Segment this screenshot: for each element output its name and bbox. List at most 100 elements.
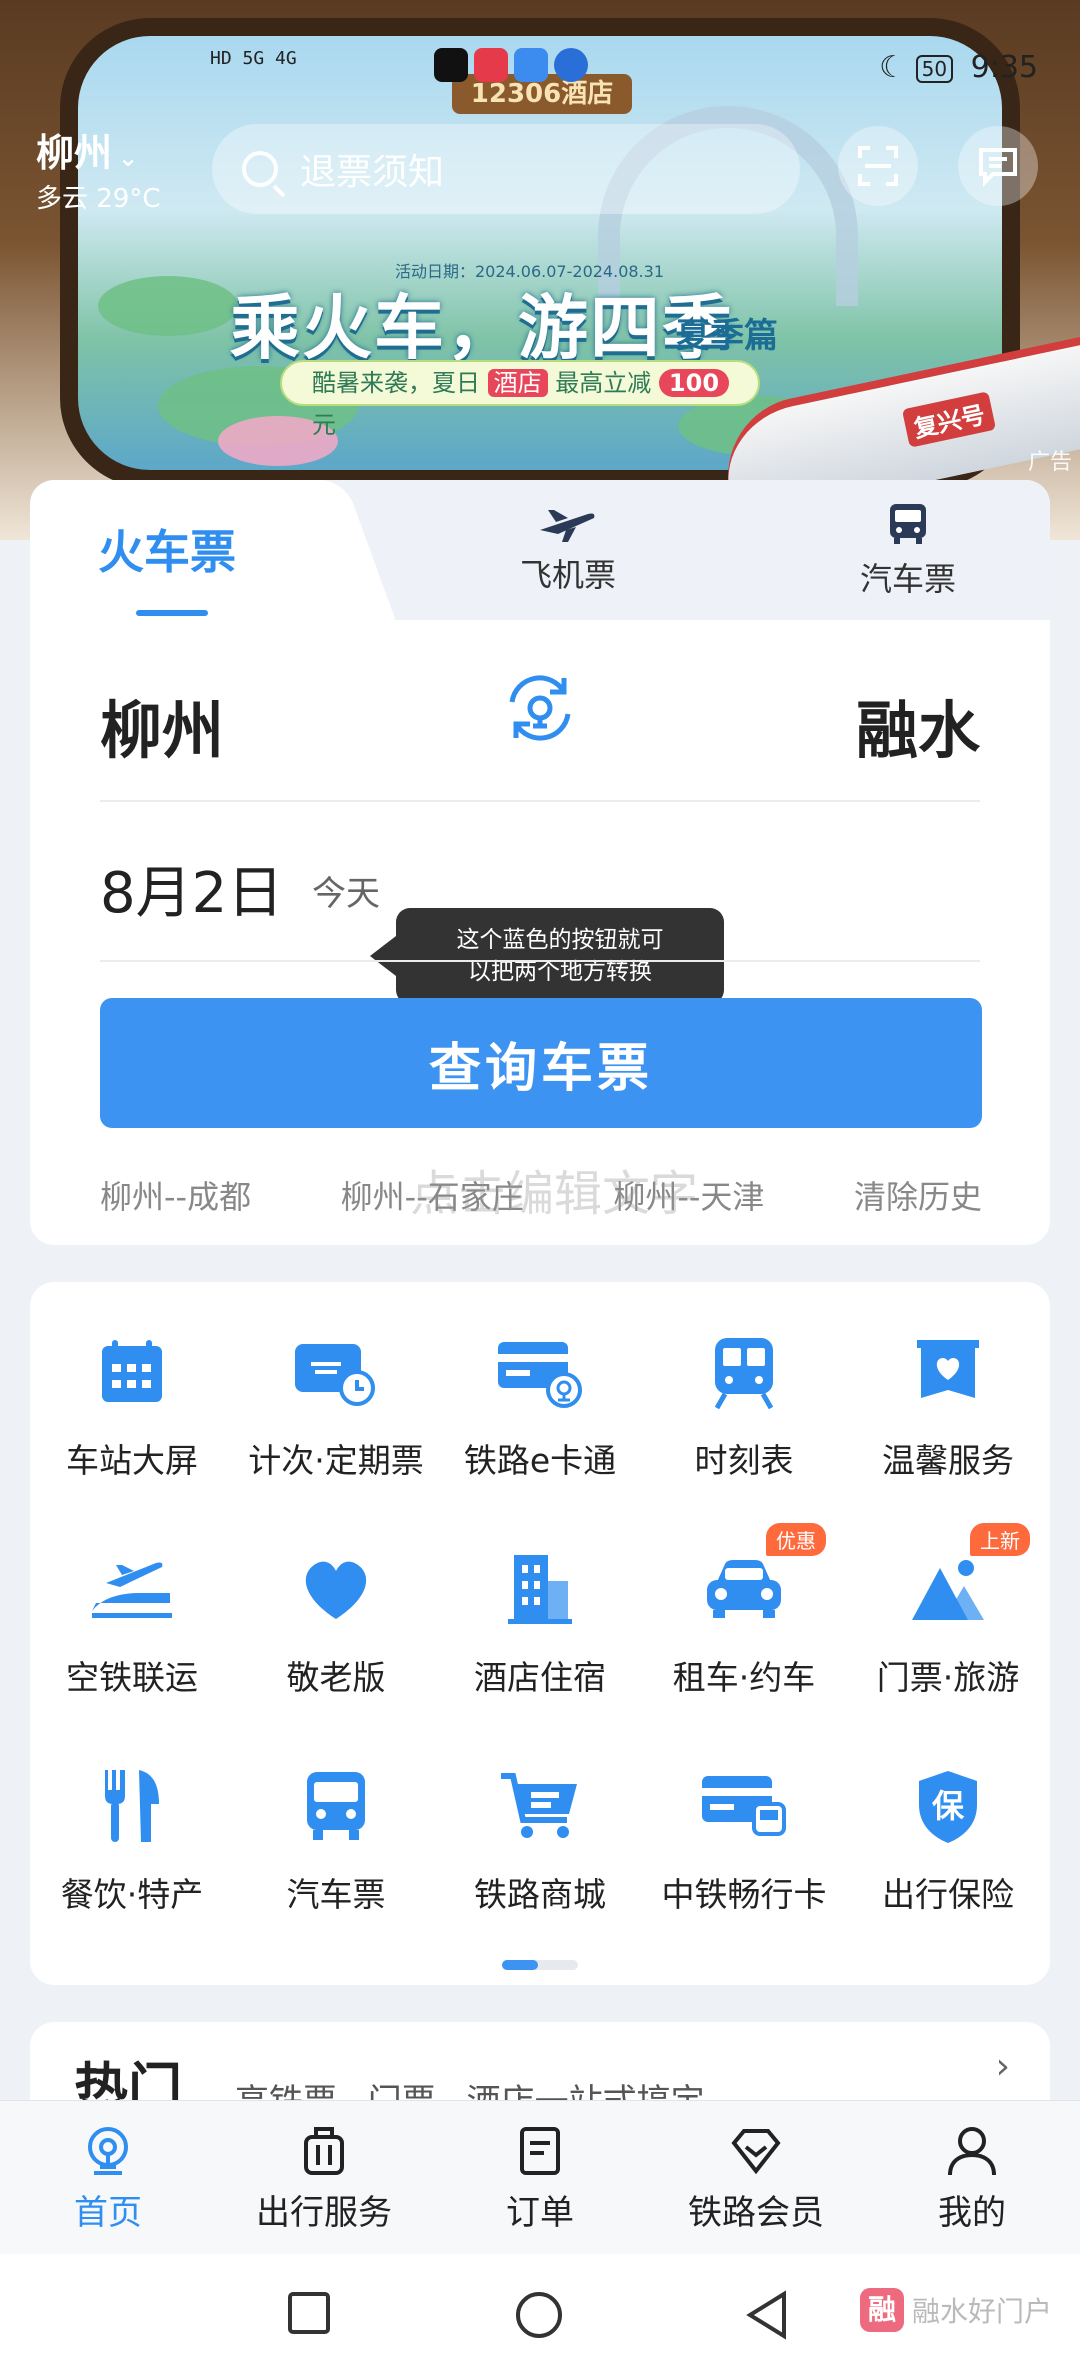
search-input[interactable]: 退票须知 <box>212 124 800 214</box>
user-icon <box>948 2127 996 2176</box>
tab-flight[interactable]: 飞机票 <box>468 500 668 596</box>
pill-hotel: 酒店 <box>487 369 548 397</box>
tooltip-line-1: 这个蓝色的按钮就可 <box>456 927 664 953</box>
signal-indicator: HD 5G 4G <box>210 48 297 69</box>
service-air-rail[interactable]: 空铁联运 <box>30 1539 234 1756</box>
service-label: 计次·定期票 <box>248 1441 424 1480</box>
system-nav-bar: 融 融水好门户 <box>0 2254 1080 2376</box>
svg-text:保: 保 <box>932 1787 965 1825</box>
promo-pill: 酷暑来袭，夏日 酒店 最高立减 100 元 <box>280 360 760 439</box>
battery-icon: 50 <box>915 54 954 83</box>
weather-text: 多云 29°C <box>36 184 161 214</box>
city-selector[interactable]: 柳州 ⌄ <box>36 122 138 177</box>
reader-icon <box>474 48 508 82</box>
service-bus-tickets[interactable]: 汽车票 <box>234 1756 438 1973</box>
service-label: 铁路商城 <box>474 1875 606 1914</box>
city-name: 柳州 <box>36 131 113 175</box>
chevron-right-icon[interactable]: › <box>996 2046 1010 2087</box>
status-right: ☾ 50 9:35 <box>879 50 1038 85</box>
scan-button[interactable] <box>838 126 918 206</box>
promo-banner[interactable]: 12306酒店 活动日期：2024.06.07-2024.08.31 乘火车，游… <box>0 0 1080 540</box>
service-crrc-pass[interactable]: 中铁畅行卡 <box>642 1756 846 1973</box>
history-item[interactable]: 柳州--成都 <box>100 1172 251 1218</box>
fork-knife-icon <box>82 1756 182 1856</box>
pill-amount: 100 <box>658 369 730 397</box>
service-station-screen[interactable]: 车站大屏 <box>30 1322 234 1539</box>
square-icon <box>288 2292 330 2334</box>
home-button[interactable] <box>514 2290 564 2344</box>
nav-orders[interactable]: 订单 <box>432 2101 648 2254</box>
nav-profile[interactable]: 我的 <box>864 2101 1080 2254</box>
home-rail-icon <box>88 2127 128 2175</box>
plane-train-icon <box>82 1539 182 1639</box>
message-button[interactable] <box>958 126 1038 206</box>
divider <box>100 800 980 802</box>
train-front-icon <box>694 1322 794 1422</box>
calendar-icon <box>82 1322 182 1422</box>
service-label: 铁路e卡通 <box>463 1441 617 1480</box>
plane-icon <box>540 510 595 542</box>
promo-subtitle: 夏季篇 <box>676 316 778 356</box>
status-bar: HD 5G 4G ☾ 50 9:35 <box>210 48 1080 88</box>
grid-page-indicator <box>502 1960 578 1970</box>
tab-bus-label: 汽车票 <box>859 560 956 598</box>
nav-label: 出行服务 <box>256 2193 392 2233</box>
browser-icon <box>554 48 588 82</box>
service-dining[interactable]: 餐饮·特产 <box>30 1756 234 1973</box>
tab-bus[interactable]: 汽车票 <box>808 500 1008 600</box>
clear-history-button[interactable]: 清除历史 <box>854 1172 982 1218</box>
service-rail-ecard[interactable]: 铁路e卡通 <box>438 1322 642 1539</box>
heart-icon <box>286 1539 386 1639</box>
service-count-ticket[interactable]: 计次·定期票 <box>234 1322 438 1539</box>
back-button[interactable] <box>744 2290 790 2344</box>
bottom-navigation: 首页 出行服务 订单 铁路会员 我的 <box>0 2100 1080 2254</box>
pill-prefix: 酷暑来袭，夏日 <box>312 369 480 397</box>
discount-badge: 优惠 <box>766 1523 826 1556</box>
moon-icon: ☾ <box>879 50 907 85</box>
pill-mid: 最高立减 <box>555 369 652 397</box>
chevron-down-icon: ⌄ <box>118 144 139 172</box>
nav-travel-services[interactable]: 出行服务 <box>216 2101 432 2254</box>
service-label: 敬老版 <box>286 1658 386 1697</box>
date-hint: 今天 <box>312 874 380 914</box>
query-tickets-button[interactable]: 查询车票 <box>100 998 982 1128</box>
departure-date[interactable]: 8月2日 <box>100 848 283 929</box>
departure-station[interactable]: 柳州 <box>100 680 224 770</box>
service-car-rental[interactable]: 优惠 租车·约车 <box>642 1523 846 1756</box>
watermark-text: 融水好门户 <box>911 2295 1052 2328</box>
service-warm-care[interactable]: 温馨服务 <box>846 1322 1050 1539</box>
site-watermark: 融 融水好门户 <box>859 2288 1052 2332</box>
circle-icon <box>516 2292 562 2338</box>
order-doc-icon <box>520 2127 560 2175</box>
card-train-icon <box>694 1756 794 1856</box>
service-timetable[interactable]: 时刻表 <box>642 1322 846 1539</box>
service-label: 酒店住宿 <box>474 1658 606 1697</box>
tab-train[interactable]: 火车票 <box>98 516 236 582</box>
service-rail-mall[interactable]: 铁路商城 <box>438 1756 642 1973</box>
bus-icon <box>286 1756 386 1856</box>
ad-tag: 广告 <box>1027 450 1072 475</box>
nav-rail-member[interactable]: 铁路会员 <box>648 2101 864 2254</box>
services-grid-card: 车站大屏 计次·定期票 铁路e卡通 时刻表 温馨服务 空铁联运 敬老版 酒店住宿… <box>30 1282 1050 1985</box>
service-elderly-mode[interactable]: 敬老版 <box>234 1539 438 1756</box>
message-icon <box>979 148 1017 187</box>
tiktok-icon <box>434 48 468 82</box>
service-travel-insurance[interactable]: 保 出行保险 <box>846 1756 1050 1973</box>
service-label: 空铁联运 <box>66 1658 198 1697</box>
status-time: 9:35 <box>970 50 1038 85</box>
divider <box>100 960 980 962</box>
tab-flight-label: 飞机票 <box>519 556 616 594</box>
cart-icon <box>490 1756 590 1856</box>
service-label: 餐饮·特产 <box>60 1875 204 1914</box>
service-hotel[interactable]: 酒店住宿 <box>438 1539 642 1756</box>
nav-home[interactable]: 首页 <box>0 2101 216 2254</box>
service-label: 出行保险 <box>882 1875 1014 1914</box>
swap-stations-button[interactable] <box>500 668 580 748</box>
tab-underline <box>136 610 208 616</box>
services-grid: 车站大屏 计次·定期票 铁路e卡通 时刻表 温馨服务 空铁联运 敬老版 酒店住宿… <box>30 1322 1050 1973</box>
service-label: 时刻表 <box>694 1441 794 1480</box>
watermark-logo-icon: 融 <box>859 2288 904 2332</box>
arrival-station[interactable]: 融水 <box>856 680 980 770</box>
service-tickets-travel[interactable]: 上新 门票·旅游 <box>846 1523 1050 1756</box>
recent-apps-button[interactable] <box>286 2290 332 2340</box>
